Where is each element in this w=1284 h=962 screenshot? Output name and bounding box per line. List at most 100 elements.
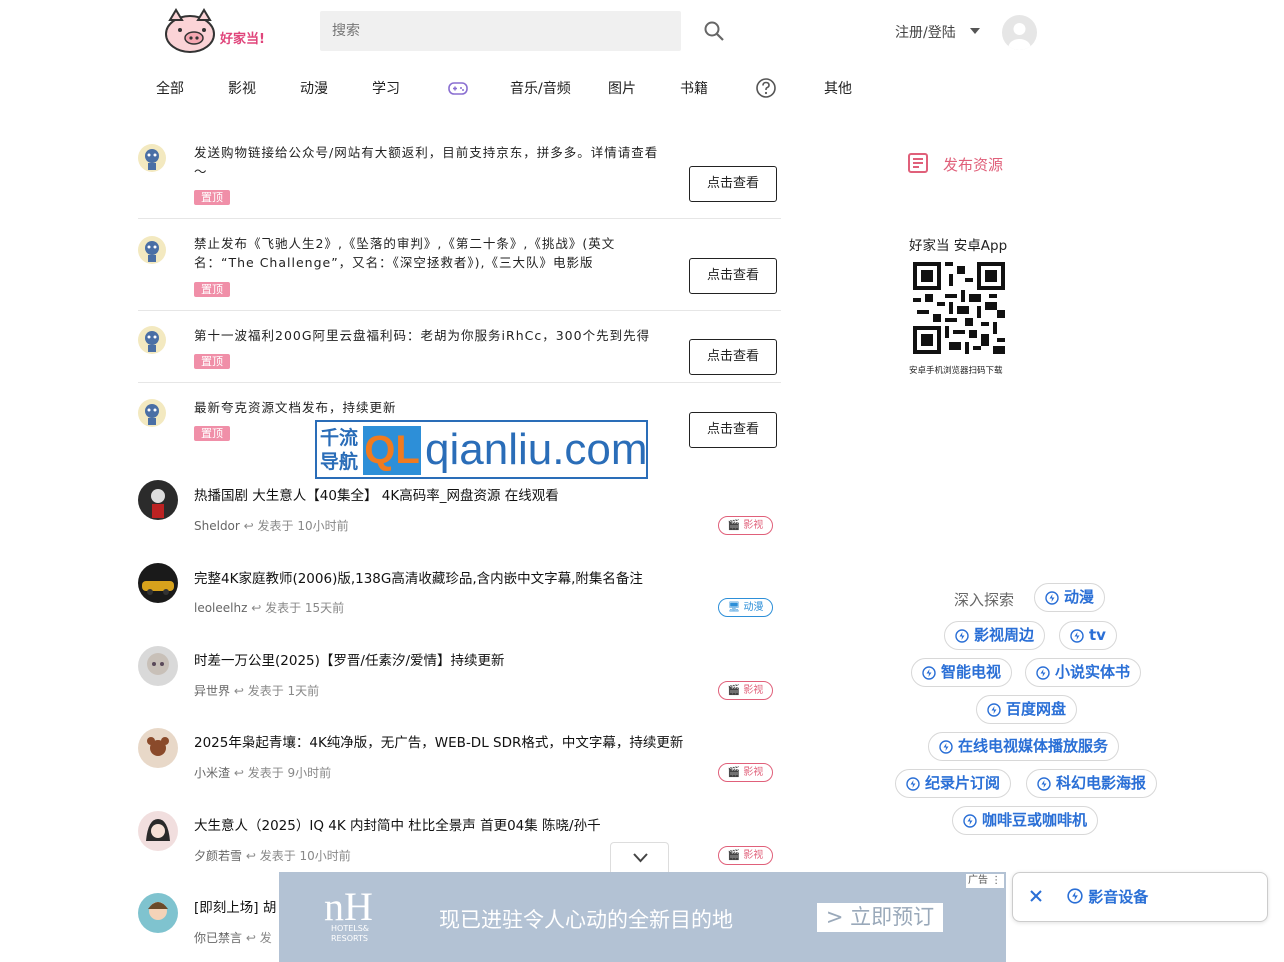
post-author[interactable]: leoleelhz bbox=[194, 601, 247, 615]
pinned-avatar[interactable] bbox=[138, 236, 166, 264]
user-avatar[interactable] bbox=[1002, 15, 1037, 50]
pinned-title[interactable]: 最新夸克资源文档发布，持续更新 bbox=[194, 398, 664, 417]
explore-chip[interactable]: 动漫 bbox=[1034, 583, 1106, 612]
ad-badge-label: 广告 bbox=[968, 875, 988, 886]
explore-chip[interactable]: 纪录片订阅 bbox=[895, 769, 1012, 798]
author-avatar[interactable] bbox=[138, 563, 178, 603]
post-author[interactable]: Sheldor bbox=[194, 519, 240, 533]
floating-chip[interactable]: 影音设备 bbox=[1067, 886, 1148, 907]
bolt-icon bbox=[939, 740, 953, 754]
explore-chip[interactable]: 咖啡豆或咖啡机 bbox=[952, 806, 1099, 835]
ad-slogan: 现已进驻令人心动的全新目的地 bbox=[439, 908, 733, 932]
reply-icon: ↩ bbox=[230, 766, 248, 780]
category-tag[interactable]: 🎬 影视 bbox=[718, 846, 773, 865]
post-meta: 异世界 ↩ 发表于 1天前 bbox=[194, 682, 319, 699]
explore-chip[interactable]: 智能电视 bbox=[911, 658, 1013, 687]
pinned-badge: 置顶 bbox=[194, 190, 230, 205]
explore-chip[interactable]: 百度网盘 bbox=[976, 695, 1078, 724]
author-avatar[interactable] bbox=[138, 646, 178, 686]
bolt-icon bbox=[1045, 591, 1059, 605]
pinned-avatar[interactable] bbox=[138, 326, 166, 354]
ad-collapse-button[interactable] bbox=[610, 842, 669, 872]
explore-chip[interactable]: tv bbox=[1059, 621, 1117, 650]
close-icon[interactable] bbox=[1027, 887, 1045, 905]
post-author[interactable]: 小米渣 bbox=[194, 766, 230, 780]
nav-pictures[interactable]: 图片 bbox=[608, 78, 636, 98]
reply-icon: ↩ bbox=[247, 601, 266, 615]
nav-study[interactable]: 学习 bbox=[372, 78, 400, 98]
nav-music[interactable]: 音乐/音频 bbox=[510, 78, 571, 98]
ad-banner[interactable]: nH HOTELS& RESORTS 现已进驻令人心动的全新目的地 > 立即预订… bbox=[279, 872, 1006, 962]
pinned-title[interactable]: 第十一波福利200G阿里云盘福利码：老胡为你服务iRhCc，300个先到先得 bbox=[194, 326, 674, 345]
explore-chip[interactable]: 影视周边 bbox=[944, 621, 1046, 650]
author-avatar[interactable] bbox=[138, 893, 178, 933]
tag-label: 影视 bbox=[743, 685, 764, 696]
chip-label: tv bbox=[1089, 626, 1106, 644]
category-tag[interactable]: 🎬 影视 bbox=[718, 763, 773, 782]
post-title[interactable]: 2025年枭起青壤：4K纯净版，无广告，WEB-DL SDR格式，中文字幕，持续… bbox=[194, 731, 683, 751]
chip-label: 影视周边 bbox=[974, 626, 1035, 644]
category-tag[interactable]: 🎬 影视 bbox=[718, 516, 773, 535]
explore-label: 深入探索 bbox=[954, 591, 1015, 609]
gamepad-icon[interactable] bbox=[447, 77, 469, 99]
pinned-title[interactable]: 禁止发布《飞驰人生2》,《坠落的审判》,《第二十条》,《挑战》(英文名：“The… bbox=[194, 234, 634, 272]
pinned-title[interactable]: 发送购物链接给公众号/网站有大额返利，目前支持京东，拼多多。详情请查看～ bbox=[194, 143, 664, 181]
view-button[interactable]: 点击查看 bbox=[689, 166, 777, 202]
post-time: 发表于 10小时前 bbox=[257, 519, 349, 533]
ad-cta-button[interactable]: > 立即预订 bbox=[817, 903, 943, 932]
ad-badge[interactable]: 广告 ⋮ bbox=[966, 874, 1004, 888]
post-title[interactable]: 热播国剧 大生意人【40集全】 4K高码率_网盘资源 在线观看 bbox=[194, 484, 559, 504]
category-tag[interactable]: 🖥 动漫 bbox=[718, 598, 773, 617]
pinned-avatar[interactable] bbox=[138, 399, 166, 427]
nav-other[interactable]: 其他 bbox=[824, 78, 852, 98]
post-title[interactable]: 大生意人（2025）IQ 4K 内封简中 杜比全景声 首更04集 陈晓/孙千 bbox=[194, 814, 601, 834]
author-avatar[interactable] bbox=[138, 728, 178, 768]
bolt-icon bbox=[987, 703, 1001, 717]
pinned-avatar[interactable] bbox=[138, 144, 166, 172]
caret-down-icon[interactable] bbox=[970, 28, 980, 34]
search-input[interactable] bbox=[320, 11, 681, 51]
post-title[interactable]: [即刻上场] 胡 bbox=[194, 896, 276, 916]
logo-text: 好家当! bbox=[220, 32, 265, 47]
tag-label: 影视 bbox=[743, 850, 764, 861]
category-tag[interactable]: 🎬 影视 bbox=[718, 681, 773, 700]
author-avatar[interactable] bbox=[138, 480, 178, 520]
watermark-cn-line1: 千流 bbox=[320, 427, 359, 449]
bolt-icon bbox=[922, 666, 936, 680]
search-icon[interactable] bbox=[702, 19, 726, 43]
app-subtitle: 安卓手机浏览器扫码下载 bbox=[909, 366, 1003, 376]
chip-label: 小说实体书 bbox=[1055, 663, 1131, 681]
pig-logo-icon bbox=[165, 8, 215, 53]
question-icon[interactable] bbox=[755, 77, 777, 99]
post-title[interactable]: 时差一万公里(2025)【罗晋/任素汐/爱情】持续更新 bbox=[194, 649, 505, 669]
bolt-icon bbox=[1036, 666, 1050, 680]
publish-link[interactable]: 发布资源 bbox=[943, 154, 1003, 175]
explore-chip[interactable]: 科幻电影海报 bbox=[1026, 769, 1158, 798]
view-button[interactable]: 点击查看 bbox=[689, 258, 777, 294]
film-icon: 🎬 bbox=[727, 520, 744, 531]
post-author[interactable]: 你已禁言 bbox=[194, 931, 242, 945]
explore-chip[interactable]: 在线电视媒体播放服务 bbox=[928, 732, 1120, 761]
login-link[interactable]: 注册/登陆 bbox=[895, 22, 956, 42]
nav-video[interactable]: 影视 bbox=[228, 78, 256, 98]
watermark-cn: 千流 导航 bbox=[320, 426, 358, 474]
watermark-url: qianliu.com bbox=[425, 425, 648, 474]
post-meta: 小米渣 ↩ 发表于 9小时前 bbox=[194, 764, 331, 781]
post-title[interactable]: 完整4K家庭教师(2006)版,138G高清收藏珍品,含内嵌中文字幕,附集名备注 bbox=[194, 567, 643, 587]
document-icon[interactable] bbox=[906, 151, 930, 175]
search-box[interactable] bbox=[320, 11, 681, 51]
pinned-badge: 置顶 bbox=[194, 426, 230, 441]
tag-label: 影视 bbox=[743, 520, 764, 531]
post-time: 发表于 1天前 bbox=[247, 684, 320, 698]
nav-all[interactable]: 全部 bbox=[156, 78, 184, 98]
reply-icon: ↩ bbox=[239, 519, 258, 533]
explore-chip[interactable]: 小说实体书 bbox=[1025, 658, 1142, 687]
nav-books[interactable]: 书籍 bbox=[680, 78, 708, 98]
nav-anime[interactable]: 动漫 bbox=[300, 78, 328, 98]
film-icon: 🎬 bbox=[727, 850, 744, 861]
author-avatar[interactable] bbox=[138, 811, 178, 851]
view-button[interactable]: 点击查看 bbox=[689, 339, 777, 375]
view-button[interactable]: 点击查看 bbox=[689, 412, 777, 448]
post-author[interactable]: 夕颜若雪 bbox=[194, 849, 242, 863]
post-author[interactable]: 异世界 bbox=[194, 684, 230, 698]
